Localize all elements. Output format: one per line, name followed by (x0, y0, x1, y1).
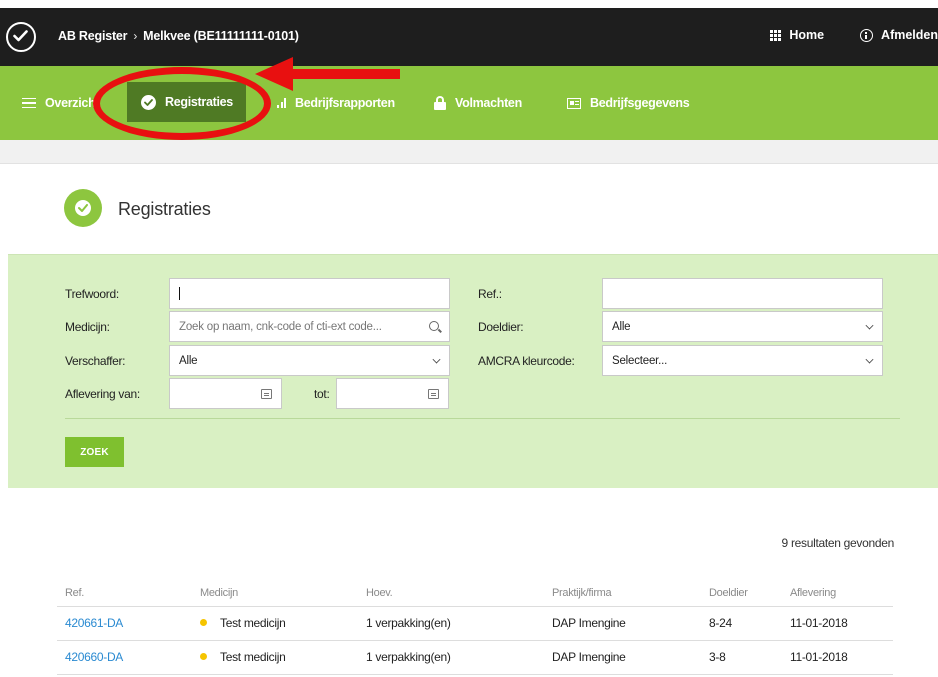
trefwoord-label: Trefwoord: (65, 287, 119, 301)
text-cursor (179, 287, 180, 300)
home-label: Home (789, 28, 825, 42)
aflevering-van-label: Aflevering van: (65, 387, 140, 401)
col-header-aflevering[interactable]: Aflevering (790, 587, 836, 599)
tab-overzicht-label: Overzicht (45, 96, 100, 110)
tab-volmachten[interactable]: Volmachten (434, 66, 522, 140)
row-medicijn: Test medicijn (200, 616, 286, 630)
calendar-icon[interactable] (261, 389, 272, 399)
main-nav: Overzicht Registraties Bedrijfsrapporten… (0, 66, 938, 140)
trefwoord-input[interactable] (169, 278, 450, 309)
tab-registraties[interactable]: Registraties (127, 82, 246, 122)
row-hoev: 1 verpakking(en) (366, 650, 451, 664)
col-header-hoev[interactable]: Hoev. (366, 587, 393, 599)
logout-link[interactable]: Afmelden (860, 28, 938, 42)
search-icon[interactable] (429, 321, 439, 331)
content-top-strip (0, 140, 938, 164)
search-button[interactable]: ZOEK (65, 437, 124, 467)
tab-volmachten-label: Volmachten (455, 96, 522, 110)
tot-date-input[interactable] (336, 378, 449, 409)
ref-input[interactable] (602, 278, 883, 309)
filter-divider (65, 418, 900, 419)
chevron-down-icon (865, 321, 874, 330)
row-praktijk: DAP Imengine (552, 616, 626, 630)
app-logo-check-icon[interactable] (6, 22, 36, 52)
amcra-color-dot (200, 653, 207, 660)
grid-icon (770, 29, 782, 41)
lock-icon (434, 96, 446, 110)
row-medicijn: Test medicijn (200, 650, 286, 664)
medicijn-label: Medicijn: (65, 320, 110, 334)
breadcrumb: AB Register › Melkvee (BE11111111-0101) (58, 29, 299, 43)
tab-bedrijfsgegevens-label: Bedrijfsgegevens (590, 96, 690, 110)
amcra-value: Selecteer... (612, 354, 668, 367)
info-icon (860, 28, 874, 42)
calendar-icon[interactable] (428, 389, 439, 399)
breadcrumb-ab-register[interactable]: AB Register (58, 29, 128, 43)
doeldier-select[interactable]: Alle (602, 311, 883, 342)
chevron-down-icon (865, 355, 874, 364)
logout-label: Afmelden (881, 28, 938, 42)
home-link[interactable]: Home (770, 28, 824, 42)
filter-panel: Trefwoord: Medicijn: Zoek op naam, cnk-c… (8, 254, 938, 488)
top-bar: AB Register › Melkvee (BE11111111-0101) … (0, 8, 938, 66)
col-header-praktijk[interactable]: Praktijk/firma (552, 587, 612, 599)
tab-bedrijfsrapporten[interactable]: Bedrijfsrapporten (277, 66, 395, 140)
row-ref-link[interactable]: 420660-DA (65, 650, 123, 664)
tab-bedrijfsrapporten-label: Bedrijfsrapporten (295, 96, 395, 110)
row-hoev: 1 verpakking(en) (366, 616, 451, 630)
tab-registraties-label: Registraties (165, 95, 233, 109)
tab-bedrijfsgegevens[interactable]: Bedrijfsgegevens (567, 66, 690, 140)
row-doeldier: 8-24 (709, 616, 732, 630)
row-aflevering: 11-01-2018 (790, 650, 848, 664)
row-ref-link[interactable]: 420661-DA (65, 616, 123, 630)
tab-overzicht[interactable]: Overzicht (22, 66, 100, 140)
col-header-doeldier[interactable]: Doeldier (709, 587, 748, 599)
top-right-menu: Home Afmelden (734, 28, 938, 42)
doeldier-value: Alle (612, 320, 631, 333)
row-doeldier: 3-8 (709, 650, 726, 664)
amcra-color-dot (200, 619, 207, 626)
verschaffer-select[interactable]: Alle (169, 345, 450, 376)
row-aflevering: 11-01-2018 (790, 616, 848, 630)
check-circle-icon (141, 94, 156, 110)
breadcrumb-melkvee[interactable]: Melkvee (BE11111111-0101) (143, 29, 299, 43)
id-card-icon (567, 97, 581, 109)
page-title: Registraties (118, 199, 211, 219)
results-count: 9 resultaten gevonden (781, 536, 895, 550)
screenshot-frame: AB Register › Melkvee (BE11111111-0101) … (0, 0, 938, 677)
verschaffer-value: Alle (179, 354, 198, 367)
aflevering-van-date-input[interactable] (169, 378, 282, 409)
medicijn-placeholder: Zoek op naam, cnk-code of cti-ext code..… (179, 320, 382, 333)
verschaffer-label: Verschaffer: (65, 354, 126, 368)
doeldier-label: Doeldier: (478, 320, 524, 334)
col-header-medicijn[interactable]: Medicijn (200, 587, 238, 599)
ref-label: Ref.: (478, 287, 502, 301)
medicijn-search-input[interactable]: Zoek op naam, cnk-code of cti-ext code..… (169, 311, 450, 342)
row-medicijn-text: Test medicijn (220, 616, 286, 630)
bar-chart-icon (277, 98, 286, 108)
table-divider (57, 606, 893, 607)
row-praktijk: DAP Imengine (552, 650, 626, 664)
row-medicijn-text: Test medicijn (220, 650, 286, 664)
page-header: Registraties (0, 164, 938, 254)
amcra-label: AMCRA kleurcode: (478, 354, 575, 368)
col-header-ref[interactable]: Ref. (65, 587, 84, 599)
registraties-check-icon (64, 189, 102, 227)
tot-label: tot: (314, 387, 330, 401)
chevron-down-icon (432, 355, 441, 364)
list-icon (22, 97, 36, 109)
amcra-select[interactable]: Selecteer... (602, 345, 883, 376)
table-divider (57, 674, 893, 675)
breadcrumb-separator: › (133, 29, 138, 43)
table-divider (57, 640, 893, 641)
